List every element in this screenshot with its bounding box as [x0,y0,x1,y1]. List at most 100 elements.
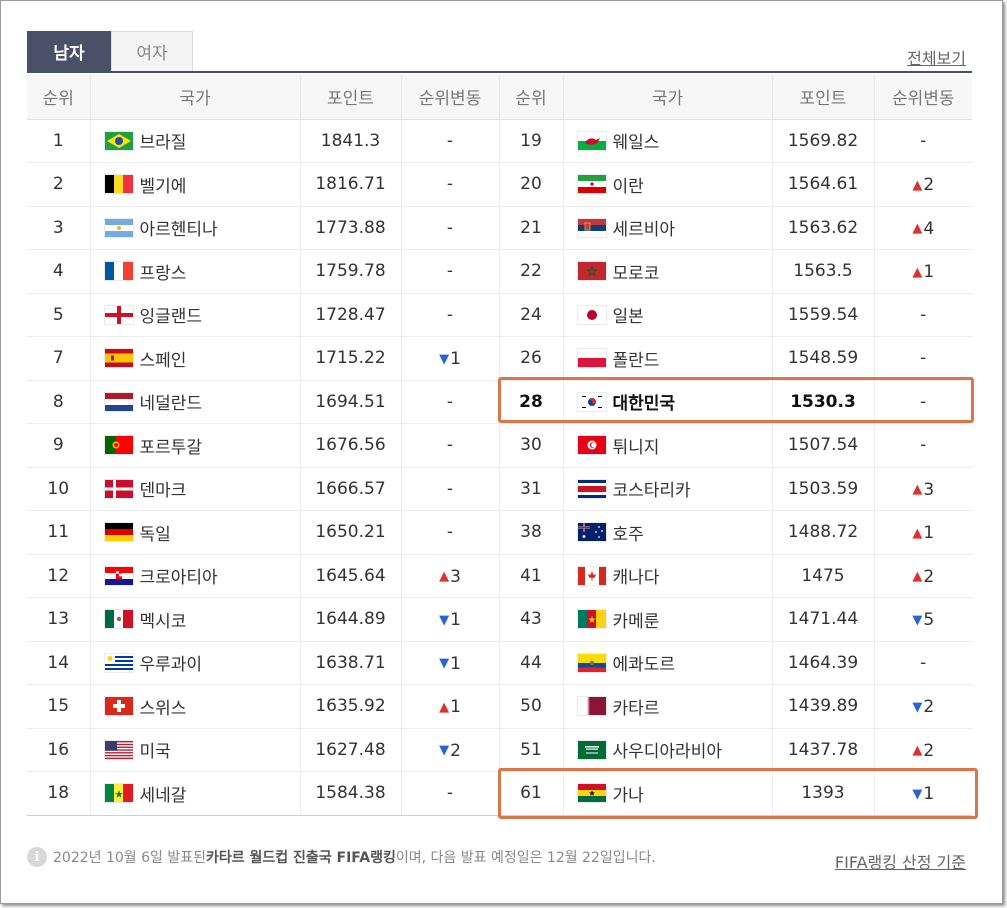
flag-argentina-icon [104,218,133,237]
country-cell[interactable]: 미국 [89,728,300,772]
country-cell[interactable]: 카메룬 [562,597,772,642]
change-value: 1 [450,697,461,717]
change-cell: ▲ 3 [400,554,499,598]
footnote-pre: 2022년 10월 6일 발표된 [53,850,206,866]
country-cell[interactable]: 브라질 [89,119,300,163]
flag-switzerland-icon [104,697,133,716]
country-cell[interactable]: 모로코 [562,249,772,294]
country-cell[interactable]: 카타르 [562,684,772,729]
table-row: 16 미국 1627.48 ▼ 2 51 사우디아라비아 1437.78 ▲ 2 [27,728,972,772]
country-cell[interactable]: 캐나다 [562,554,772,598]
country-cell[interactable]: 프랑스 [89,249,300,294]
country-name: 튀니지 [612,437,660,458]
rank-cell: 21 [498,206,563,250]
change-value: - [446,304,454,325]
country-name: 코스타리카 [612,481,691,502]
rank-cell: 28 [498,380,563,424]
points-cell: 1530.3 [771,380,874,424]
rank-cell: 10 [27,467,90,511]
header-country: 국가 [89,75,300,120]
flag-france-icon [104,262,133,281]
country-cell[interactable]: 가나 [562,771,772,816]
change-value: 1 [923,523,935,543]
change-value: - [920,391,927,412]
arrow-down-icon: ▼ [439,612,450,628]
view-all-link[interactable]: 전체보기 [907,45,966,69]
change-value: - [446,261,454,282]
rank-cell: 7 [27,336,90,381]
country-cell[interactable]: 코스타리카 [562,467,772,511]
ranking-table: 순위 국가 포인트 순위변동 순위 국가 포인트 순위변동 1 브라질 1841.3… [27,75,972,816]
country-cell[interactable]: 사우디아라비아 [562,728,772,772]
country-cell[interactable]: 멕시코 [89,597,300,642]
country-name: 웨일스 [612,133,660,154]
country-cell[interactable]: 일본 [562,293,772,337]
country-cell[interactable]: 크로아티아 [89,554,300,598]
rank-cell: 13 [27,597,90,642]
flag-mexico-icon [104,610,133,629]
country-cell[interactable]: 아르헨티나 [89,206,300,250]
gender-tabs: 남자 여자 [27,31,193,71]
country-cell[interactable]: 독일 [89,510,300,555]
country-cell[interactable]: 잉글랜드 [89,293,300,337]
table-row: 7 스페인 1715.22 ▼ 1 26 폴란드 1548.59- [27,336,972,381]
flag-portugal-icon [104,436,133,455]
country-cell[interactable]: 세네갈 [89,771,300,816]
footnote: i 2022년 10월 6일 발표된 카타르 월드컵 진출국 FIFA랭킹 이며,… [27,847,656,867]
country-cell[interactable]: 대한민국 [562,380,772,424]
table-header-row: 순위 국가 포인트 순위변동 순위 국가 포인트 순위변동 [27,75,972,120]
change-value: - [920,435,927,456]
rank-cell: 3 [27,206,90,250]
points-cell: 1437.78 [771,728,874,772]
flag-qatar-icon [577,697,606,716]
points-cell: 1471.44 [771,597,874,642]
arrow-up-icon: ▲ [912,177,923,193]
country-cell[interactable]: 우루과이 [89,641,300,685]
footnote-bold: 카타르 월드컵 진출국 FIFA랭킹 [205,850,396,866]
arrow-up-icon: ▲ [912,264,923,280]
points-cell: 1627.48 [299,728,401,772]
country-cell[interactable]: 폴란드 [562,336,772,381]
rank-cell: 30 [498,423,563,468]
arrow-down-icon: ▼ [912,612,923,628]
arrow-down-icon: ▼ [912,786,923,802]
change-cell: - [400,206,499,250]
ranking-criteria-link[interactable]: FIFA랭킹 산정 기준 [835,849,966,873]
points-cell: 1694.51 [299,380,401,424]
points-cell: 1488.72 [771,510,874,555]
flag-japan-icon [577,305,606,324]
country-cell[interactable]: 네덜란드 [89,380,300,424]
rank-cell: 31 [498,467,563,511]
country-cell[interactable]: 에콰도르 [562,641,772,685]
points-cell: 1393 [771,771,874,816]
rank-cell: 43 [498,597,563,642]
table-row: 12 크로아티아 1645.64 ▲ 3 41 캐나다 1475 ▲ 2 [27,554,972,598]
tab-underline [27,71,972,73]
country-cell[interactable]: 웨일스 [562,119,772,163]
country-name: 카메룬 [612,611,660,632]
country-cell[interactable]: 이란 [562,162,772,207]
country-cell[interactable]: 세르비아 [562,206,772,250]
change-value: - [446,391,454,412]
country-cell[interactable]: 벨기에 [89,162,300,207]
country-cell[interactable]: 덴마크 [89,467,300,511]
header-country: 국가 [562,75,772,120]
change-value: - [446,522,454,543]
country-cell[interactable]: 포르투갈 [89,423,300,468]
flag-croatia-icon [104,566,133,585]
table-row: 4 프랑스 1759.78-22 모로코 1563.5 ▲ 1 [27,249,972,294]
rank-cell: 38 [498,510,563,555]
country-name: 네덜란드 [139,394,203,415]
points-cell: 1644.89 [299,597,401,642]
country-cell[interactable]: 호주 [562,510,772,555]
tab-women[interactable]: 여자 [111,31,193,71]
change-value: - [446,217,454,238]
table-row: 15 스위스 1635.92 ▲ 1 50 카타르 1439.89 ▼ 2 [27,684,972,729]
country-cell[interactable]: 스페인 [89,336,300,381]
tab-men[interactable]: 남자 [27,31,111,71]
country-cell[interactable]: 스위스 [89,684,300,729]
change-cell: ▼ 5 [873,597,972,642]
change-cell: - [400,510,499,555]
country-cell[interactable]: 튀니지 [562,423,772,468]
header-rank: 순위 [498,75,563,120]
